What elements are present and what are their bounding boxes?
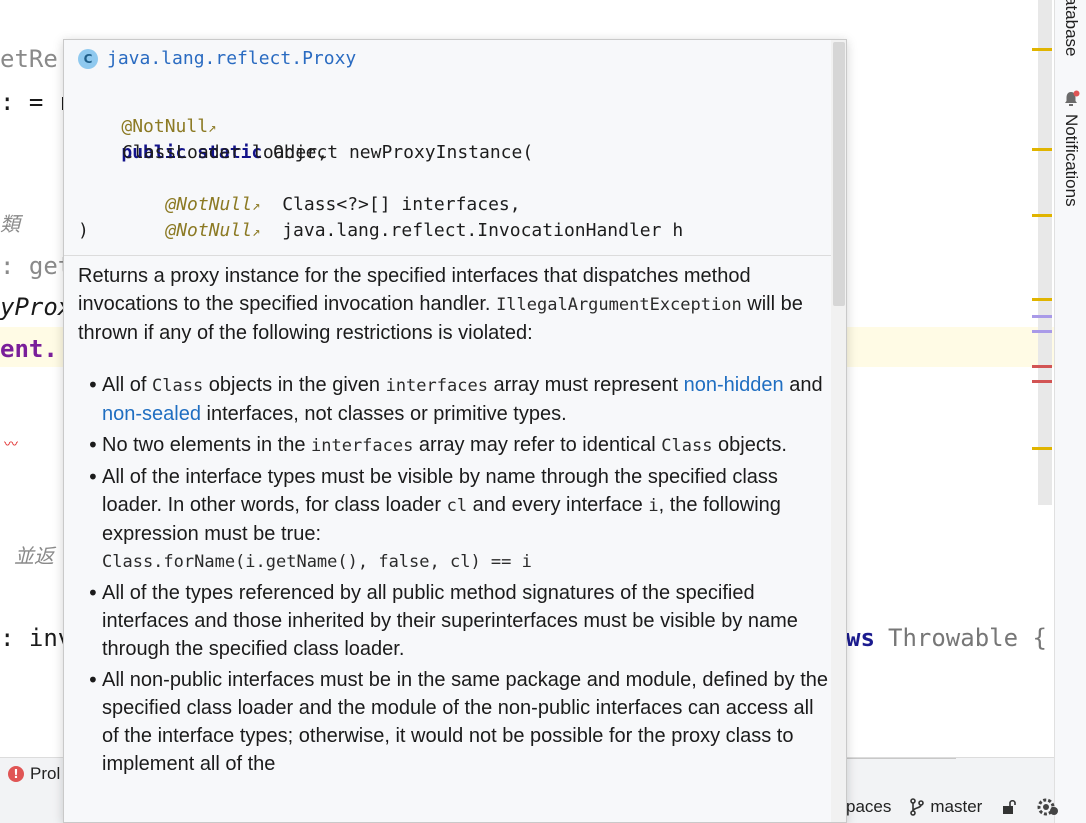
doc-body: Returns a proxy instance for the specifi… [78, 262, 828, 781]
bell-icon[interactable] [1062, 90, 1080, 108]
status-widgets: paces master [846, 794, 1078, 820]
warning-marker[interactable] [1032, 298, 1052, 301]
restrictions-list: All of Class objects in the given interf… [78, 371, 828, 778]
notifications-tool-tab[interactable]: Notifications [1061, 114, 1081, 207]
class-name-link[interactable]: java.lang.reflect.Proxy [107, 48, 356, 69]
code-fragment-inv[interactable]: : inv [0, 624, 72, 652]
code-comment-fragment-2[interactable]: 並返 [14, 542, 54, 570]
info-marker[interactable] [1032, 315, 1052, 318]
error-marker[interactable] [1032, 365, 1052, 368]
notnull-annotation[interactable]: @NotNull [165, 220, 252, 241]
branch-label: master [930, 797, 983, 816]
info-marker[interactable] [1032, 330, 1052, 333]
problems-tab[interactable]: ! Prol [8, 762, 60, 786]
right-tool-window-bar: atabase Notifications [1054, 0, 1086, 823]
workspaces-label: paces [846, 797, 892, 816]
code-fragment-eq-r[interactable]: : = r [0, 88, 72, 116]
code-fragment-throwable[interactable]: Throwable { [888, 624, 1047, 652]
non-hidden-link[interactable]: non-hidden [684, 374, 784, 396]
warning-marker[interactable] [1032, 48, 1052, 51]
doc-scrollbar-thumb[interactable] [833, 42, 845, 306]
branch-icon [910, 798, 925, 816]
list-item: No two elements in the interfaces array … [78, 431, 828, 460]
class-icon: C [78, 48, 98, 69]
read-only-toggle[interactable] [1000, 798, 1018, 816]
signature-close-paren: ) [78, 220, 89, 241]
list-item: All of the types referenced by all publi… [78, 579, 828, 663]
code-expression: Class.forName(i.getName(), false, cl) ==… [102, 552, 532, 572]
error-marker[interactable] [1032, 380, 1052, 383]
doc-description: Returns a proxy instance for the specifi… [78, 262, 828, 347]
non-sealed-link[interactable]: non-sealed [102, 403, 201, 425]
settings-widget[interactable] [1036, 797, 1060, 817]
warning-marker[interactable] [1032, 148, 1052, 151]
external-link-icon[interactable]: ↗ [252, 224, 260, 240]
warning-marker[interactable] [1032, 214, 1052, 217]
code-fragment-get[interactable]: : get [0, 252, 72, 280]
problems-label: Prol [30, 764, 61, 783]
doc-divider [64, 255, 831, 256]
param-3-text: java.lang.reflect.InvocationHandler h [282, 220, 684, 241]
code-fragment-ent[interactable]: ent. [0, 335, 58, 363]
doc-scrollbar[interactable] [831, 40, 846, 822]
list-item: All non-public interfaces must be in the… [78, 666, 828, 778]
database-tool-tab[interactable]: atabase [1061, 0, 1081, 57]
quick-documentation-popup[interactable]: C java.lang.reflect.Proxy @NotNull↗ publ… [63, 39, 847, 823]
code-fragment-new-proxy[interactable]: yProx [0, 293, 72, 321]
code-fragment-throws-kw[interactable]: ws [846, 624, 875, 652]
error-icon: ! [8, 766, 24, 782]
list-item: All of Class objects in the given interf… [78, 371, 828, 428]
code-fragment-set-re[interactable]: etRe [0, 45, 58, 73]
error-stripe[interactable] [1030, 0, 1054, 757]
warning-marker[interactable] [1032, 447, 1052, 450]
divider [846, 758, 956, 759]
workspaces-widget[interactable]: paces [846, 797, 891, 817]
gear-icon [1037, 798, 1059, 816]
list-item: All of the interface types must be visib… [78, 463, 828, 576]
code-comment-fragment[interactable]: 類 [0, 210, 20, 238]
exception-name: IllegalArgumentException [496, 295, 742, 315]
git-branch-widget[interactable]: master [909, 797, 982, 817]
unlock-icon [1003, 799, 1017, 814]
signature-param-3: @NotNull↗ java.lang.reflect.InvocationHa… [122, 192, 683, 271]
error-squiggle: 〰 [4, 437, 18, 453]
doc-header: C java.lang.reflect.Proxy [78, 48, 356, 69]
signature-param-1: ClassLoader loader, [122, 142, 328, 163]
